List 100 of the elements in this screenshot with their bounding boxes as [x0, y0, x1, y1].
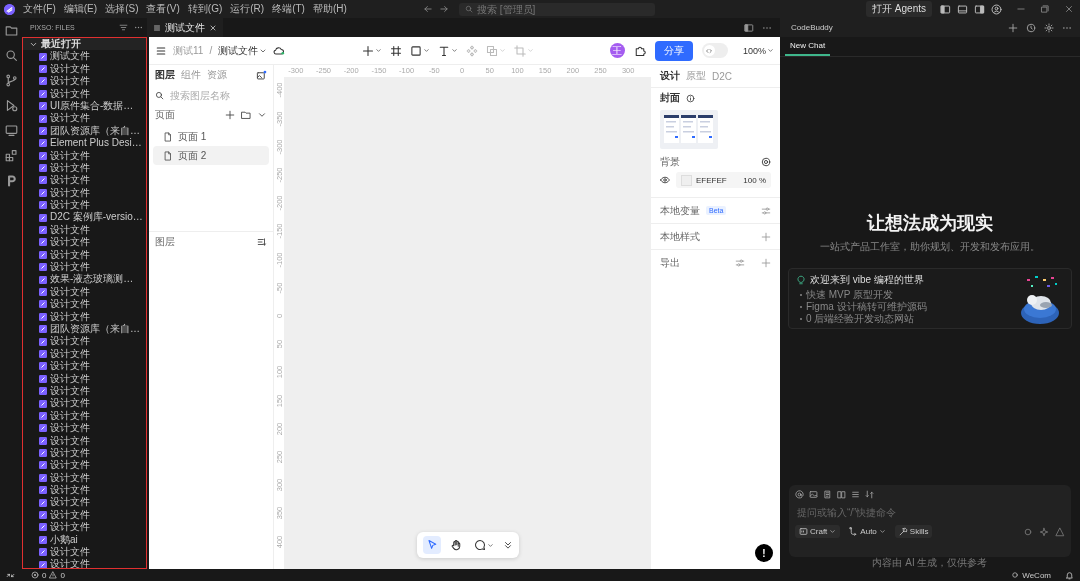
bell-icon[interactable] — [1065, 570, 1074, 580]
tree-item[interactable]: 设计文件 — [23, 62, 146, 76]
account-label[interactable]: WeCom — [1022, 570, 1051, 580]
menu-item[interactable]: 运行(R) — [230, 2, 265, 16]
tree-item[interactable]: 设计文件 — [23, 360, 146, 373]
tree-item[interactable]: 设计文件 — [23, 397, 146, 410]
tree-item[interactable]: 设计文件 — [23, 310, 146, 323]
model-dropdown[interactable]: Auto — [845, 525, 890, 538]
error-count[interactable]: 0 — [42, 570, 47, 580]
sparkle-icon[interactable] — [1039, 526, 1049, 537]
mode-dropdown[interactable]: Craft — [795, 525, 841, 538]
secondary-sidebar-icon[interactable] — [974, 3, 985, 15]
panel-tab[interactable]: 图层 — [155, 68, 175, 82]
tree-item[interactable]: 设计文件 — [23, 372, 146, 385]
tree-item[interactable]: 效果-液态玻璃测… — [23, 273, 146, 286]
settings-sliders-icon[interactable] — [761, 205, 771, 216]
tree-item[interactable]: 设计文件 — [23, 161, 146, 175]
ring-icon[interactable] — [1011, 571, 1020, 579]
tree-item[interactable]: 设计文件 — [23, 236, 146, 249]
chat-tab[interactable]: New Chat — [785, 37, 831, 56]
tree-item[interactable]: 团队资源库（来自… — [23, 124, 146, 138]
tree-item[interactable]: 设计文件 — [23, 285, 146, 299]
plus-icon[interactable] — [1008, 22, 1018, 33]
branch-icon[interactable] — [4, 74, 18, 87]
close-icon[interactable] — [209, 23, 217, 32]
tree-item[interactable]: 团队资源库（来自… — [23, 323, 146, 336]
panel-toggle-icon[interactable] — [957, 3, 968, 15]
page-item[interactable]: 页面 1 — [153, 127, 269, 146]
book-icon[interactable] — [837, 490, 846, 499]
list-icon[interactable] — [851, 490, 860, 499]
forward-arrow-icon[interactable] — [439, 4, 449, 14]
tree-item[interactable]: 设计文件 — [23, 112, 146, 125]
tree-item[interactable]: 测试文件 — [23, 50, 146, 63]
plugin-icon[interactable] — [633, 44, 646, 57]
background-fill-field[interactable]: EFEFEF 100 % — [676, 172, 771, 188]
tree-item[interactable]: 设计文件 — [23, 422, 146, 435]
tree-item[interactable]: 设计文件 — [23, 149, 146, 162]
editor-tab[interactable]: 测试文件 — [147, 18, 223, 37]
plus-icon[interactable] — [225, 110, 235, 120]
tree-item[interactable]: 设计文件 — [23, 384, 146, 398]
tree-item[interactable]: 设计文件 — [23, 186, 146, 200]
shape-tool[interactable] — [409, 44, 430, 57]
tree-item[interactable]: 设计文件 — [23, 298, 146, 311]
add-tool[interactable] — [361, 44, 382, 57]
tree-item[interactable]: 设计文件 — [23, 248, 146, 262]
sidebar-toggle-icon[interactable] — [940, 3, 951, 15]
tree-item[interactable]: 设计文件 — [23, 434, 146, 447]
tree-item[interactable]: 设计文件 — [23, 558, 146, 568]
help-button[interactable]: ! — [755, 544, 773, 562]
filter-icon[interactable] — [119, 23, 128, 32]
frame-icon[interactable] — [389, 44, 402, 57]
tree-item[interactable]: 设计文件 — [23, 508, 146, 522]
tree-item[interactable]: 设计文件 — [23, 75, 146, 88]
tree-item[interactable]: 设计文件 — [23, 521, 146, 534]
info-icon[interactable] — [686, 93, 695, 103]
menu-item[interactable]: 文件(F) — [23, 2, 56, 16]
tree-item[interactable]: UI原件集合-数据… — [23, 99, 146, 113]
menu-item[interactable]: 选择(S) — [105, 2, 139, 16]
layer-sort-icon[interactable] — [257, 237, 267, 247]
expand-icon[interactable] — [502, 540, 513, 550]
warning-count[interactable]: 0 — [60, 570, 65, 580]
folder-icon[interactable] — [4, 24, 18, 37]
tree-item[interactable]: 设计文件 — [23, 459, 146, 472]
send-icon[interactable] — [1055, 526, 1065, 537]
monitor-icon[interactable] — [4, 124, 18, 137]
search-icon[interactable] — [4, 49, 18, 62]
user-avatar[interactable]: 王 — [609, 43, 625, 58]
tree-folder[interactable]: 最近打开 — [23, 38, 146, 51]
tree-item[interactable]: 设计文件 — [23, 496, 146, 509]
page-item[interactable]: 页面 2 — [153, 146, 269, 165]
back-arrow-icon[interactable] — [423, 4, 433, 14]
menu-item[interactable]: 查看(V) — [146, 2, 180, 16]
tree-item[interactable]: 设计文件 — [23, 446, 146, 460]
account-icon[interactable] — [991, 3, 1002, 15]
skills-button[interactable]: Skills — [894, 525, 933, 538]
folder-icon[interactable] — [241, 110, 251, 120]
search-field[interactable]: 搜索 [管理员] — [459, 2, 655, 16]
panel-tab[interactable]: 设计 — [660, 69, 680, 83]
close-icon[interactable] — [1064, 4, 1074, 14]
settings-sliders-icon[interactable] — [735, 257, 745, 268]
tree-item[interactable]: 设计文件 — [23, 347, 146, 361]
tree-item[interactable]: 设计文件 — [23, 471, 146, 485]
blocks-icon[interactable] — [4, 149, 18, 162]
settings-icon[interactable] — [1044, 22, 1054, 33]
image-add-icon[interactable] — [256, 69, 267, 81]
swap-icon[interactable] — [865, 490, 874, 499]
layer-search-field[interactable]: 搜索图层名称 — [170, 89, 270, 101]
caret-icon[interactable] — [257, 110, 267, 120]
tree-item[interactable]: 设计文件 — [23, 335, 146, 348]
menu-item[interactable]: 帮助(H) — [312, 2, 347, 16]
tree-item[interactable]: 设计文件 — [23, 409, 146, 423]
error-icon[interactable] — [31, 571, 39, 579]
debug-icon[interactable] — [4, 99, 18, 112]
split-editor-icon[interactable] — [744, 22, 754, 33]
share-button[interactable]: 分享 — [654, 40, 693, 61]
tree-item[interactable]: 设计文件 — [23, 261, 146, 274]
image-icon[interactable] — [809, 490, 818, 499]
menu-item[interactable]: 转到(G) — [187, 2, 223, 16]
ring-icon[interactable] — [1023, 526, 1033, 537]
menu-icon[interactable] — [155, 44, 167, 57]
